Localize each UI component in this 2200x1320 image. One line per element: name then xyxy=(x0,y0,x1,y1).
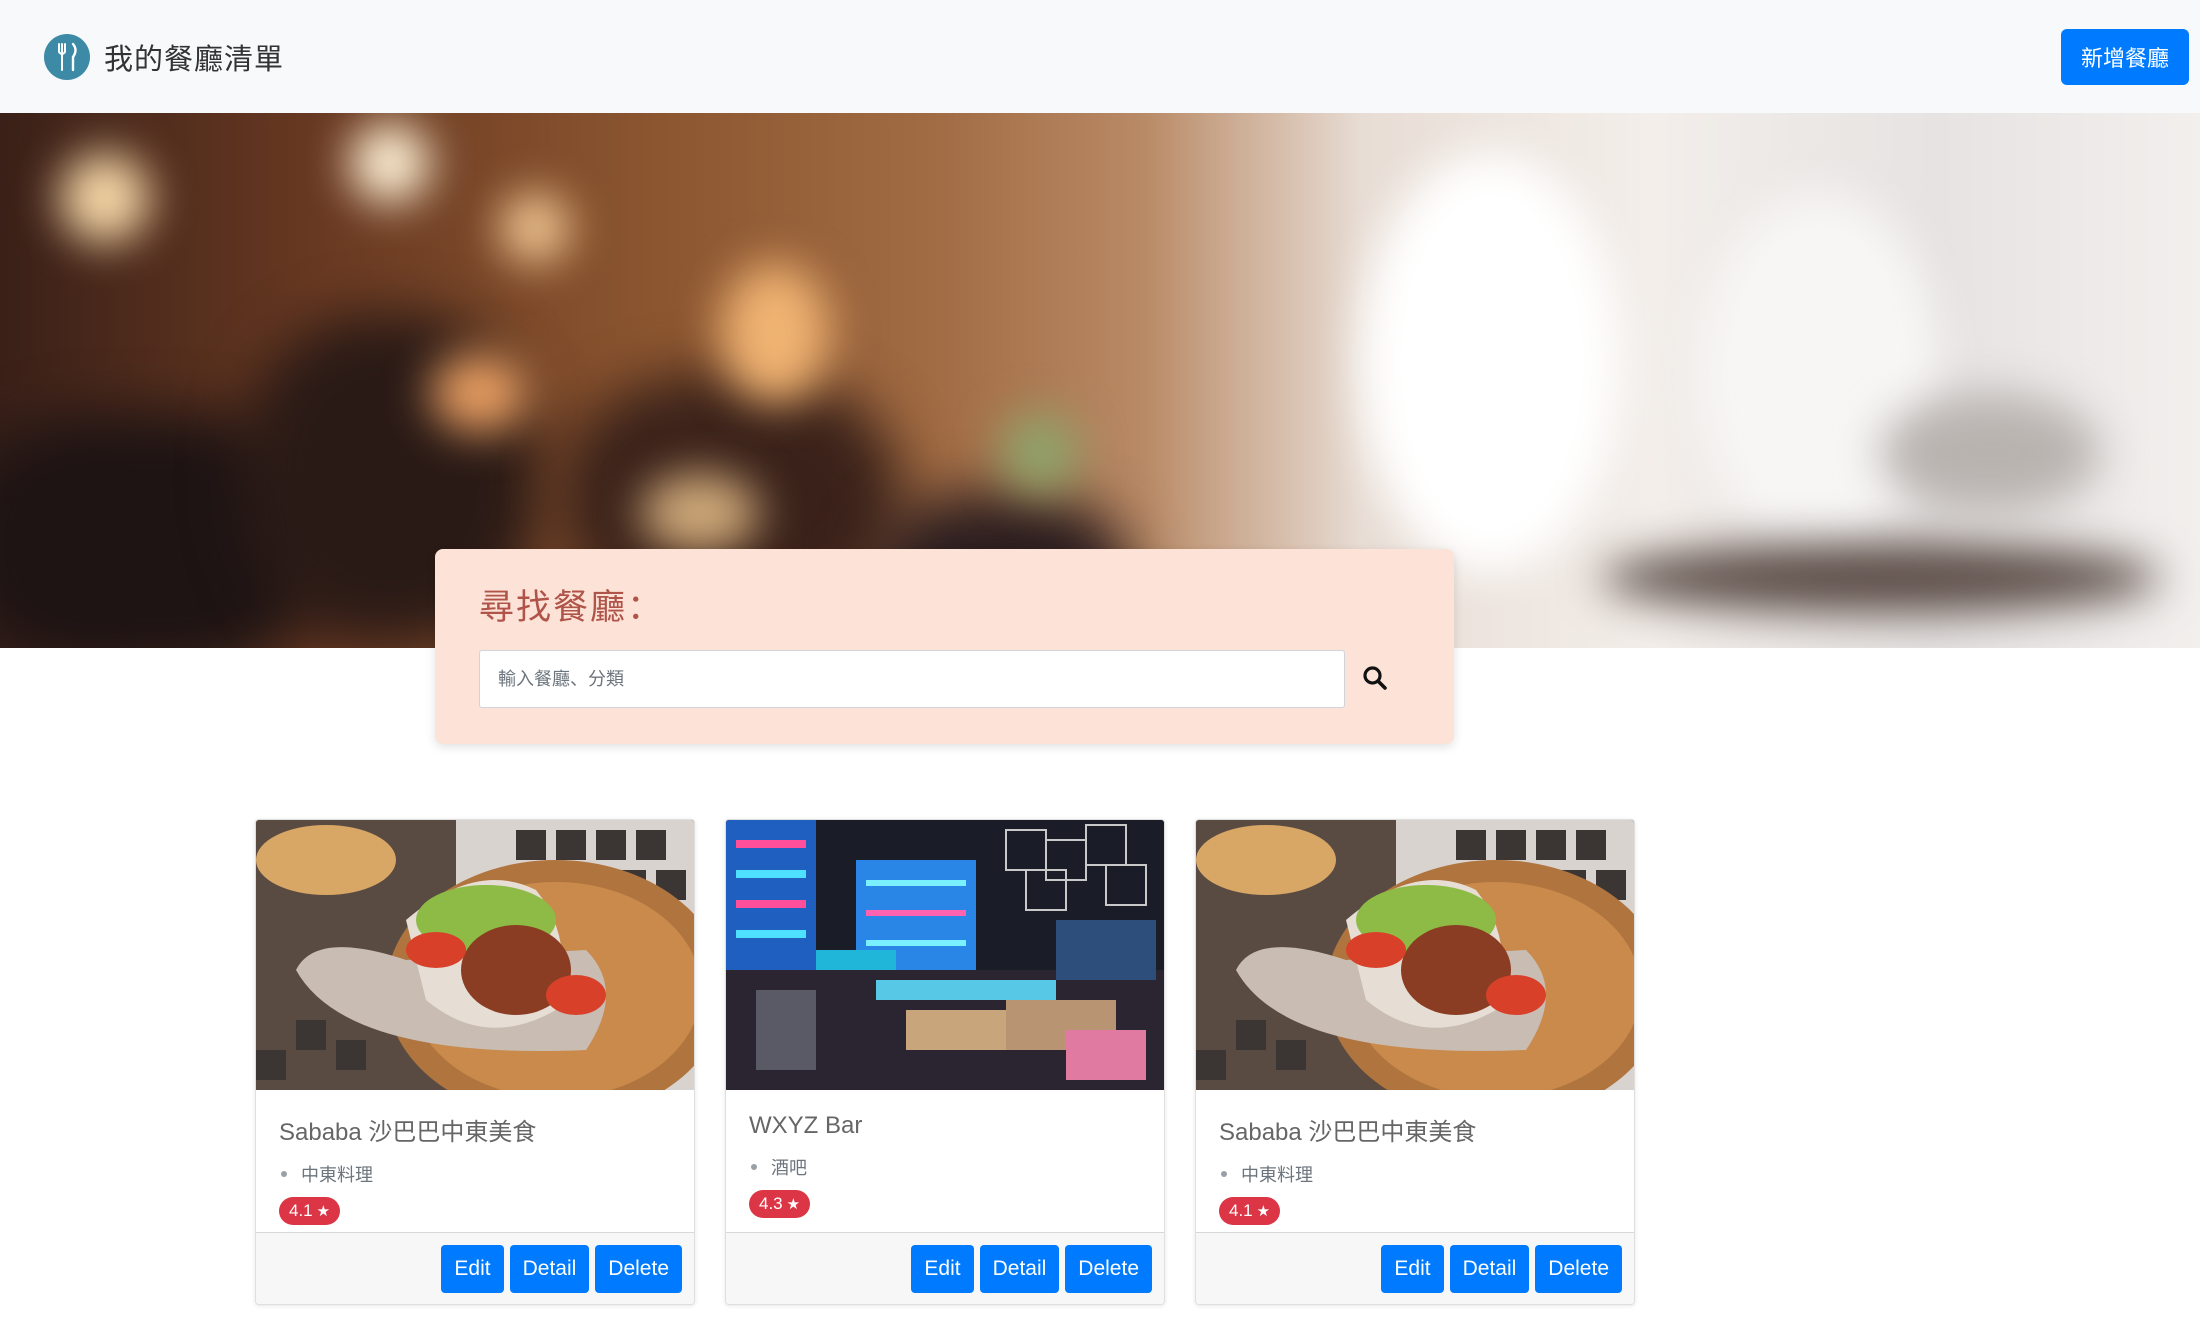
rating-badge: 4.1 ★ xyxy=(1219,1197,1281,1225)
edit-button[interactable]: Edit xyxy=(1381,1244,1444,1293)
category-label: 中東料理 xyxy=(301,1165,373,1185)
restaurant-image[interactable] xyxy=(726,820,1164,1090)
detail-button[interactable]: Detail xyxy=(1449,1244,1530,1293)
edit-button[interactable]: Edit xyxy=(441,1244,504,1293)
card-footer: Edit Detail Delete xyxy=(1196,1232,1634,1304)
search-button[interactable] xyxy=(1345,650,1405,708)
star-icon: ★ xyxy=(316,1203,331,1220)
restaurant-card[interactable]: Sababa 沙巴巴中東美食 中東料理 4.1 ★ Edit Detail De… xyxy=(1195,819,1635,1305)
brand-link[interactable]: 我的餐廳清單 xyxy=(44,33,285,80)
card-footer: Edit Detail Delete xyxy=(726,1232,1164,1304)
card-body: Sababa 沙巴巴中東美食 中東料理 4.1 ★ xyxy=(256,1090,694,1235)
delete-button[interactable]: Delete xyxy=(595,1244,682,1293)
search-panel: 尋找餐廳： xyxy=(435,549,1454,744)
category-label: 中東料理 xyxy=(1241,1165,1313,1185)
delete-button[interactable]: Delete xyxy=(1065,1244,1152,1293)
card-footer: Edit Detail Delete xyxy=(256,1232,694,1304)
restaurant-image[interactable] xyxy=(1196,820,1634,1090)
detail-button[interactable]: Detail xyxy=(509,1244,590,1293)
restaurant-card[interactable]: WXYZ Bar 酒吧 4.3 ★ Edit Detail Delete xyxy=(725,819,1165,1305)
navbar: 我的餐廳清單 新增餐廳 xyxy=(0,0,2200,113)
restaurant-card[interactable]: Sababa 沙巴巴中東美食 中東料理 4.1 ★ Edit Detail De… xyxy=(255,819,695,1305)
brand-title: 我的餐廳清單 xyxy=(104,43,285,76)
card-body: WXYZ Bar 酒吧 4.3 ★ xyxy=(726,1090,1164,1235)
restaurant-image[interactable] xyxy=(256,820,694,1090)
star-icon: ★ xyxy=(1256,1203,1271,1220)
restaurant-name: Sababa 沙巴巴中東美食 xyxy=(279,1119,537,1146)
rating-value: 4.1 xyxy=(289,1201,313,1220)
utensils-icon xyxy=(44,33,90,80)
rating-value: 4.3 xyxy=(759,1194,783,1213)
bullet-icon xyxy=(751,1164,757,1170)
restaurant-name: Sababa 沙巴巴中東美食 xyxy=(1219,1119,1477,1146)
rating-badge: 4.3 ★ xyxy=(749,1190,811,1218)
restaurant-category: 酒吧 xyxy=(749,1154,1141,1180)
star-icon: ★ xyxy=(786,1196,801,1213)
rating-value: 4.1 xyxy=(1229,1201,1253,1220)
add-restaurant-button[interactable]: 新增餐廳 xyxy=(2060,28,2189,85)
restaurant-category: 中東料理 xyxy=(279,1161,671,1187)
restaurant-category: 中東料理 xyxy=(1219,1161,1611,1187)
category-label: 酒吧 xyxy=(771,1158,807,1178)
rating-badge: 4.1 ★ xyxy=(279,1197,341,1225)
bullet-icon xyxy=(281,1171,287,1177)
search-row xyxy=(479,650,1410,708)
detail-button[interactable]: Detail xyxy=(979,1244,1060,1293)
restaurant-name: WXYZ Bar xyxy=(749,1112,863,1139)
card-body: Sababa 沙巴巴中東美食 中東料理 4.1 ★ xyxy=(1196,1090,1634,1235)
delete-button[interactable]: Delete xyxy=(1535,1244,1622,1293)
search-title: 尋找餐廳： xyxy=(479,588,665,627)
bullet-icon xyxy=(1221,1171,1227,1177)
edit-button[interactable]: Edit xyxy=(911,1244,974,1293)
search-input[interactable] xyxy=(479,650,1345,708)
search-icon xyxy=(1362,665,1388,694)
